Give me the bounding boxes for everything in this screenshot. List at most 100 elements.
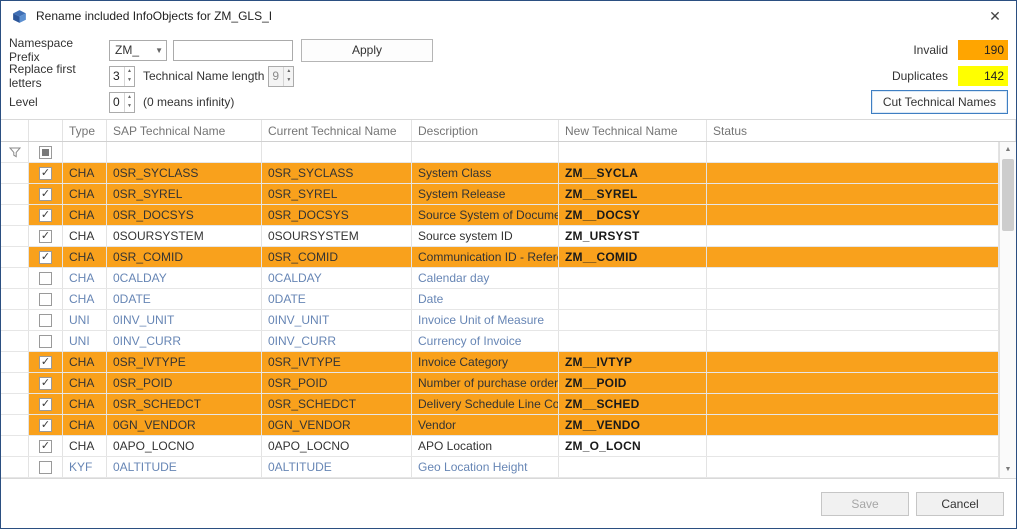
- cell-current-name: 0DATE: [262, 289, 412, 309]
- row-checkbox-cell: [29, 373, 63, 393]
- form-line-replace: Replace first letters ▲▼ Technical Name …: [9, 65, 1008, 87]
- spin-down-icon[interactable]: ▼: [125, 102, 134, 112]
- cancel-button[interactable]: Cancel: [916, 492, 1004, 516]
- filter-sap-name-cell[interactable]: [107, 142, 262, 162]
- row-checkbox-cell: [29, 226, 63, 246]
- form-line-level: Level ▲▼ (0 means infinity) Cut Technica…: [9, 91, 1008, 113]
- header-status[interactable]: Status: [707, 120, 1016, 141]
- grid-rows: CHA 0SR_SYCLASS 0SR_SYCLASS System Class…: [1, 163, 999, 478]
- row-indicator-cell: [1, 184, 29, 204]
- select-all-checkbox[interactable]: [39, 146, 52, 159]
- rename-infoobjects-dialog: Rename included InfoObjects for ZM_GLS_I…: [0, 0, 1017, 529]
- stepper-buttons[interactable]: ▲▼: [124, 67, 134, 86]
- cell-sap-name: 0SR_DOCSYS: [107, 205, 262, 225]
- apply-button[interactable]: Apply: [301, 39, 433, 62]
- level-hint: (0 means infinity): [143, 95, 234, 109]
- level-label: Level: [9, 95, 105, 109]
- row-checkbox[interactable]: [39, 398, 52, 411]
- cell-sap-name: 0INV_CURR: [107, 331, 262, 351]
- duplicates-label: Duplicates: [892, 69, 948, 83]
- cell-sap-name: 0SR_IVTYPE: [107, 352, 262, 372]
- table-row[interactable]: CHA 0DATE 0DATE Date: [1, 289, 999, 310]
- row-indicator-cell: [1, 268, 29, 288]
- row-checkbox[interactable]: [39, 272, 52, 285]
- table-row[interactable]: CHA 0CALDAY 0CALDAY Calendar day: [1, 268, 999, 289]
- cell-description: Geo Location Height: [412, 457, 559, 477]
- table-row[interactable]: CHA 0SR_SYCLASS 0SR_SYCLASS System Class…: [1, 163, 999, 184]
- table-row[interactable]: CHA 0SR_DOCSYS 0SR_DOCSYS Source System …: [1, 205, 999, 226]
- scrollbar-thumb[interactable]: [1002, 159, 1014, 231]
- row-indicator-cell: [1, 394, 29, 414]
- table-row[interactable]: CHA 0SR_SYREL 0SR_SYREL System Release Z…: [1, 184, 999, 205]
- spin-down-icon[interactable]: ▼: [125, 76, 134, 86]
- table-row[interactable]: CHA 0SR_POID 0SR_POID Number of purchase…: [1, 373, 999, 394]
- table-row[interactable]: UNI 0INV_UNIT 0INV_UNIT Invoice Unit of …: [1, 310, 999, 331]
- row-checkbox[interactable]: [39, 188, 52, 201]
- row-checkbox-cell: [29, 289, 63, 309]
- header-new-technical-name[interactable]: New Technical Name: [559, 120, 707, 141]
- window-title: Rename included InfoObjects for ZM_GLS_I: [36, 9, 272, 23]
- row-checkbox[interactable]: [39, 335, 52, 348]
- scroll-down-icon[interactable]: ▼: [1000, 462, 1016, 478]
- level-value[interactable]: [110, 93, 124, 112]
- row-checkbox-cell: [29, 352, 63, 372]
- stepper-buttons[interactable]: ▲▼: [124, 93, 134, 112]
- vertical-scrollbar[interactable]: ▲ ▼: [999, 142, 1016, 478]
- row-checkbox[interactable]: [39, 293, 52, 306]
- namespace-prefix-combobox[interactable]: ZM_ ▼: [109, 40, 167, 61]
- row-checkbox[interactable]: [39, 230, 52, 243]
- header-current-technical-name[interactable]: Current Technical Name: [262, 120, 412, 141]
- header-description[interactable]: Description: [412, 120, 559, 141]
- row-checkbox[interactable]: [39, 314, 52, 327]
- table-row[interactable]: CHA 0GN_VENDOR 0GN_VENDOR Vendor ZM__VEN…: [1, 415, 999, 436]
- table-row[interactable]: CHA 0SR_SCHEDCT 0SR_SCHEDCT Delivery Sch…: [1, 394, 999, 415]
- table-row[interactable]: CHA 0SR_COMID 0SR_COMID Communication ID…: [1, 247, 999, 268]
- cell-sap-name: 0SR_POID: [107, 373, 262, 393]
- row-indicator-cell: [1, 436, 29, 456]
- filter-status-cell[interactable]: [707, 142, 999, 162]
- table-row[interactable]: KYF 0ALTITUDE 0ALTITUDE Geo Location Hei…: [1, 457, 999, 478]
- row-checkbox[interactable]: [39, 356, 52, 369]
- scroll-up-icon[interactable]: ▲: [1000, 142, 1016, 158]
- row-checkbox[interactable]: [39, 167, 52, 180]
- filter-current-name-cell[interactable]: [262, 142, 412, 162]
- namespace-suffix-input[interactable]: [173, 40, 293, 61]
- replace-first-letters-stepper[interactable]: ▲▼: [109, 66, 135, 87]
- cut-technical-names-button[interactable]: Cut Technical Names: [871, 90, 1008, 114]
- invalid-label: Invalid: [913, 43, 948, 57]
- table-row[interactable]: UNI 0INV_CURR 0INV_CURR Currency of Invo…: [1, 331, 999, 352]
- form-area: Namespace Prefix ZM_ ▼ Apply Invalid 190…: [1, 31, 1016, 119]
- header-sap-technical-name[interactable]: SAP Technical Name: [107, 120, 262, 141]
- table-row[interactable]: CHA 0APO_LOCNO 0APO_LOCNO APO Location Z…: [1, 436, 999, 457]
- row-checkbox-cell: [29, 310, 63, 330]
- row-checkbox[interactable]: [39, 461, 52, 474]
- cell-current-name: 0SR_COMID: [262, 247, 412, 267]
- row-checkbox[interactable]: [39, 251, 52, 264]
- table-row[interactable]: CHA 0SOURSYSTEM 0SOURSYSTEM Source syste…: [1, 226, 999, 247]
- spin-up-icon[interactable]: ▲: [125, 67, 134, 77]
- row-indicator-cell: [1, 352, 29, 372]
- row-checkbox[interactable]: [39, 440, 52, 453]
- cell-type: CHA: [63, 415, 107, 435]
- row-checkbox[interactable]: [39, 377, 52, 390]
- row-checkbox[interactable]: [39, 209, 52, 222]
- table-row[interactable]: CHA 0SR_IVTYPE 0SR_IVTYPE Invoice Catego…: [1, 352, 999, 373]
- close-icon[interactable]: ✕: [984, 8, 1006, 25]
- save-button[interactable]: Save: [821, 492, 909, 516]
- filter-new-name-cell[interactable]: [559, 142, 707, 162]
- row-checkbox-cell: [29, 436, 63, 456]
- spin-up-icon[interactable]: ▲: [125, 93, 134, 103]
- row-checkbox[interactable]: [39, 419, 52, 432]
- level-stepper[interactable]: ▲▼: [109, 92, 135, 113]
- cell-type: CHA: [63, 394, 107, 414]
- row-checkbox-cell: [29, 457, 63, 477]
- cell-description: Communication ID - Refere...: [412, 247, 559, 267]
- chevron-down-icon[interactable]: ▼: [155, 46, 163, 55]
- filter-type-cell[interactable]: [63, 142, 107, 162]
- replace-first-letters-value[interactable]: [110, 67, 124, 86]
- cell-new-name: ZM__POID: [559, 373, 707, 393]
- header-type[interactable]: Type: [63, 120, 107, 141]
- cell-sap-name: 0APO_LOCNO: [107, 436, 262, 456]
- cell-new-name: ZM__SYCLA: [559, 163, 707, 183]
- filter-description-cell[interactable]: [412, 142, 559, 162]
